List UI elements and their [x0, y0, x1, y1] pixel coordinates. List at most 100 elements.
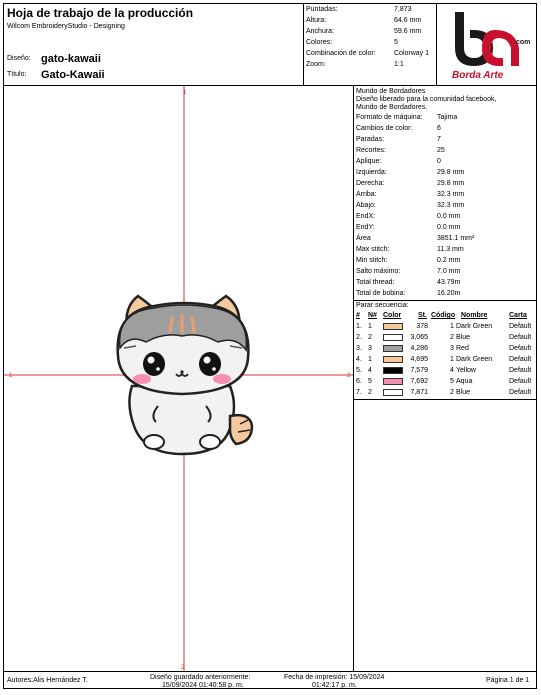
sequence-cell-code: 2: [450, 334, 454, 341]
title-label: Título:: [7, 71, 27, 78]
sequence-cell-n: 1.: [356, 323, 362, 330]
sequence-cell-st: 7,579: [410, 367, 428, 374]
kawaii-cat-embroidery: [116, 294, 254, 456]
property-row: Izquierda: 29.8 mm: [356, 169, 465, 176]
sequence-cell-code: 2: [450, 389, 454, 396]
sequence-cell-n: 7.: [356, 389, 362, 396]
axis-right-label: 2: [347, 373, 351, 379]
sequence-cell-nn: 5: [368, 378, 372, 385]
note-line: Diseño liberado para la comunidad facebo…: [356, 96, 497, 103]
property-row: Formato de máquina: Tajima: [356, 114, 458, 121]
color-swatch: [383, 389, 403, 396]
sequence-cell-code: 1: [450, 356, 454, 363]
title-value: Gato-Kawaii: [41, 69, 105, 81]
sequence-cell-st: 4,695: [410, 356, 428, 363]
sequence-cell-code: 4: [450, 367, 454, 374]
sequence-cell-st: 7,692: [410, 378, 428, 385]
sequence-table: 1. 1 378 1 Dark Green Default 2. 2 3,065 2 Blue Def…: [354, 321, 536, 398]
property-row: Salto máximo: 7.0 mm: [356, 268, 461, 275]
sequence-cell-chart: Default: [509, 345, 532, 352]
color-swatch: [383, 334, 403, 341]
color-swatch: [383, 367, 403, 374]
note-line: Mundo de Bordadores.: [356, 104, 428, 111]
color-swatch: [383, 323, 403, 330]
software-name: Wilcom EmbroideryStudio - Designing: [7, 23, 125, 30]
color-swatch: [383, 345, 403, 352]
sequence-cell-st: 7,871: [410, 389, 428, 396]
property-row: Área 3851.1 mm²: [356, 235, 475, 242]
sequence-cell-nn: 2: [368, 389, 372, 396]
property-row: Total thread: 43.79m: [356, 279, 461, 286]
sequence-cell-st: 378: [416, 323, 428, 330]
sequence-cell-n: 6.: [356, 378, 362, 385]
page-number: Página 1 de 1: [486, 677, 530, 684]
property-row: Abajo: 32.3 mm: [356, 202, 465, 209]
color-swatch: [383, 356, 403, 363]
sequence-cell-chart: Default: [509, 323, 532, 330]
sequence-cell-st: 3,065: [410, 334, 428, 341]
divider: [354, 399, 536, 400]
property-row: Min stitch: 0.2 mm: [356, 257, 461, 264]
sequence-cell-n: 5.: [356, 367, 362, 374]
svg-text:Borda Arte: Borda Arte: [452, 70, 504, 81]
sequence-cell-name: Dark Green: [456, 323, 493, 330]
property-row: Cambios de color: 6: [356, 125, 441, 132]
sequence-cell-nn: 1: [368, 356, 372, 363]
sequence-cell-nn: 1: [368, 323, 372, 330]
sequence-cell-nn: 3: [368, 345, 372, 352]
sequence-cell-name: Yellow: [456, 367, 476, 374]
printed-label: Fecha de impresión: 15/09/2024: [284, 674, 385, 681]
footer: Autores:Alis Hernández T. Diseño guardad…: [4, 671, 536, 689]
sequence-cell-code: 3: [450, 345, 454, 352]
axis-left-label: 1: [9, 373, 13, 379]
sequence-cell-n: 4.: [356, 356, 362, 363]
property-row: EndY: 0.0 mm: [356, 224, 461, 231]
sequence-row: 1. 1 378 1 Dark Green Default: [354, 321, 536, 332]
logo-graphic: .com Borda Arte: [452, 12, 530, 81]
sequence-row: 5. 4 7,579 4 Yellow Default: [354, 365, 536, 376]
sequence-row: 6. 5 7,692 5 Aqua Default: [354, 376, 536, 387]
header-left: Hoja de trabajo de la producción Wilcom …: [4, 4, 304, 85]
worksheet: Hoja de trabajo de la producción Wilcom …: [3, 3, 537, 689]
printed-value: 01:42:17 p. m.: [312, 682, 357, 689]
sequence-cell-n: 3.: [356, 345, 362, 352]
sequence-cell-chart: Default: [509, 389, 532, 396]
saved-label: Diseño guardado anteriormente:: [150, 674, 251, 681]
info-panel: Mundo de Bordadores Diseño liberado para…: [354, 86, 536, 671]
sequence-cell-nn: 4: [368, 367, 372, 374]
sequence-title: Parar secuencia:: [356, 302, 409, 309]
sequence-cell-nn: 2: [368, 334, 372, 341]
sequence-cell-name: Aqua: [456, 378, 473, 385]
design-label: Diseño:: [7, 55, 31, 62]
sequence-row: 7. 2 7,871 2 Blue Default: [354, 387, 536, 398]
property-row: Aplique: 0: [356, 158, 441, 165]
sequence-cell-chart: Default: [509, 378, 532, 385]
sequence-cell-code: 1: [450, 323, 454, 330]
axis-top-label: 1: [183, 90, 187, 96]
property-row: Max stitch: 11.3 mm: [356, 246, 464, 253]
sequence-cell-name: Red: [456, 345, 469, 352]
property-row: Arriba: 32.3 mm: [356, 191, 465, 198]
sequence-header: # N# Color St. Código Nombre Carta: [356, 312, 527, 319]
saved-value: 15/09/2024 01:40:58 p. m.: [162, 682, 244, 689]
property-row: EndX: 0.0 mm: [356, 213, 461, 220]
sequence-cell-n: 2.: [356, 334, 362, 341]
page-title: Hoja de trabajo de la producción: [7, 6, 194, 20]
property-row: Recortes: 25: [356, 147, 445, 154]
sequence-cell-chart: Default: [509, 367, 532, 374]
property-row: Total de bobina: 16.20m: [356, 290, 461, 297]
header: Hoja de trabajo de la producción Wilcom …: [4, 4, 536, 86]
color-swatch: [383, 378, 403, 385]
sequence-cell-name: Dark Green: [456, 356, 493, 363]
sequence-row: 3. 3 4,286 3 Red Default: [354, 343, 536, 354]
sequence-row: 2. 2 3,065 2 Blue Default: [354, 332, 536, 343]
borda-arte-logo: .com Borda Arte: [437, 4, 536, 85]
design-canvas: 1 1 2 2: [4, 86, 354, 671]
sequence-cell-chart: Default: [509, 356, 532, 363]
property-row: Paradas: 7: [356, 136, 441, 143]
sequence-cell-name: Blue: [456, 334, 471, 341]
sequence-cell-chart: Default: [509, 334, 532, 341]
note-line: Mundo de Bordadores: [356, 88, 426, 95]
design-value: gato-kawaii: [41, 53, 101, 65]
property-row: Derecha: 29.8 mm: [356, 180, 465, 187]
